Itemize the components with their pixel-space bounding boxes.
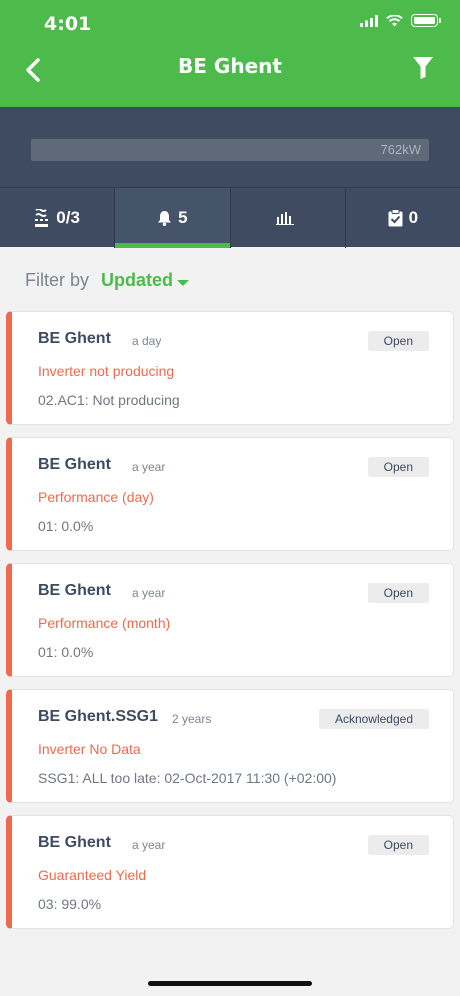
alert-site: BE Ghent (38, 834, 111, 851)
status-badge: Open (367, 835, 429, 855)
alert-time: 2 years (172, 712, 212, 726)
status-badge: Open (367, 583, 429, 603)
tab-charts[interactable] (231, 188, 346, 248)
status-badge: Open (367, 331, 429, 351)
alert-title: Inverter not producing (38, 363, 175, 379)
alert-site: BE Ghent (38, 330, 111, 347)
bell-icon (158, 211, 172, 226)
app-header: 4:01 BE Ghent (0, 0, 460, 107)
battery-icon (411, 14, 441, 27)
page-title: BE Ghent (178, 54, 282, 78)
alert-detail: 02.AC1: Not producing (38, 392, 180, 408)
filter-value: Updated (101, 270, 174, 290)
tab-inverters[interactable]: 0/3 (0, 188, 116, 248)
alert-time: a day (132, 334, 162, 348)
home-indicator (148, 981, 312, 986)
filter-row: Filter by Updated (25, 270, 190, 291)
wifi-icon (386, 14, 403, 26)
bar-chart-icon (275, 212, 294, 225)
alert-site: BE Ghent.SSG1 (38, 708, 159, 725)
filter-label: Filter by (25, 270, 90, 290)
alert-title: Guaranteed Yield (38, 867, 147, 883)
alert-detail: 01: 0.0% (38, 518, 94, 534)
alert-detail: 01: 0.0% (38, 644, 94, 660)
signal-icon (360, 14, 378, 27)
tab-inverters-value: 0/3 (56, 208, 80, 227)
power-label: 762kW (380, 142, 421, 157)
tab-alerts[interactable]: 5 (115, 188, 231, 248)
alert-list: BE Ghent a day Open Inverter not produci… (6, 311, 454, 941)
caret-down-icon (177, 279, 190, 286)
inverter-icon (35, 209, 49, 227)
alert-detail: 03: 99.0% (38, 896, 102, 912)
filter-dropdown[interactable]: Updated (101, 270, 190, 291)
alert-card[interactable]: BE Ghent.SSG1 2 years Acknowledged Inver… (6, 689, 454, 803)
alert-card[interactable]: BE Ghent a year Open Performance (month)… (6, 563, 454, 677)
alert-site: BE Ghent (38, 582, 111, 599)
tab-tasks-value: 0 (408, 208, 419, 227)
alert-title: Inverter No Data (38, 741, 141, 757)
status-badge: Acknowledged (318, 709, 429, 729)
tab-bar: 0/3 5 0 (0, 187, 460, 248)
alert-title: Performance (month) (38, 615, 171, 631)
alert-card[interactable]: BE Ghent a year Open Performance (day) 0… (6, 437, 454, 551)
alert-time: a year (132, 460, 166, 474)
status-time: 4:01 (44, 13, 92, 35)
filter-button[interactable] (413, 57, 433, 79)
alert-card[interactable]: BE Ghent a year Open Guaranteed Yield 03… (6, 815, 454, 929)
alert-detail: SSG1: ALL too late: 02-Oct-2017 11:30 (+… (38, 770, 337, 786)
status-icons (360, 14, 441, 27)
clipboard-check-icon (388, 209, 403, 227)
tab-alerts-value: 5 (178, 208, 188, 227)
funnel-icon (413, 57, 433, 79)
tab-tasks[interactable]: 0 (346, 188, 460, 248)
alert-time: a year (132, 586, 166, 600)
alert-card[interactable]: BE Ghent a day Open Inverter not produci… (6, 311, 454, 425)
status-badge: Open (367, 457, 429, 477)
alert-time: a year (132, 838, 166, 852)
alert-title: Performance (day) (38, 489, 154, 505)
power-bar: 762kW (31, 139, 429, 161)
alert-site: BE Ghent (38, 456, 111, 473)
